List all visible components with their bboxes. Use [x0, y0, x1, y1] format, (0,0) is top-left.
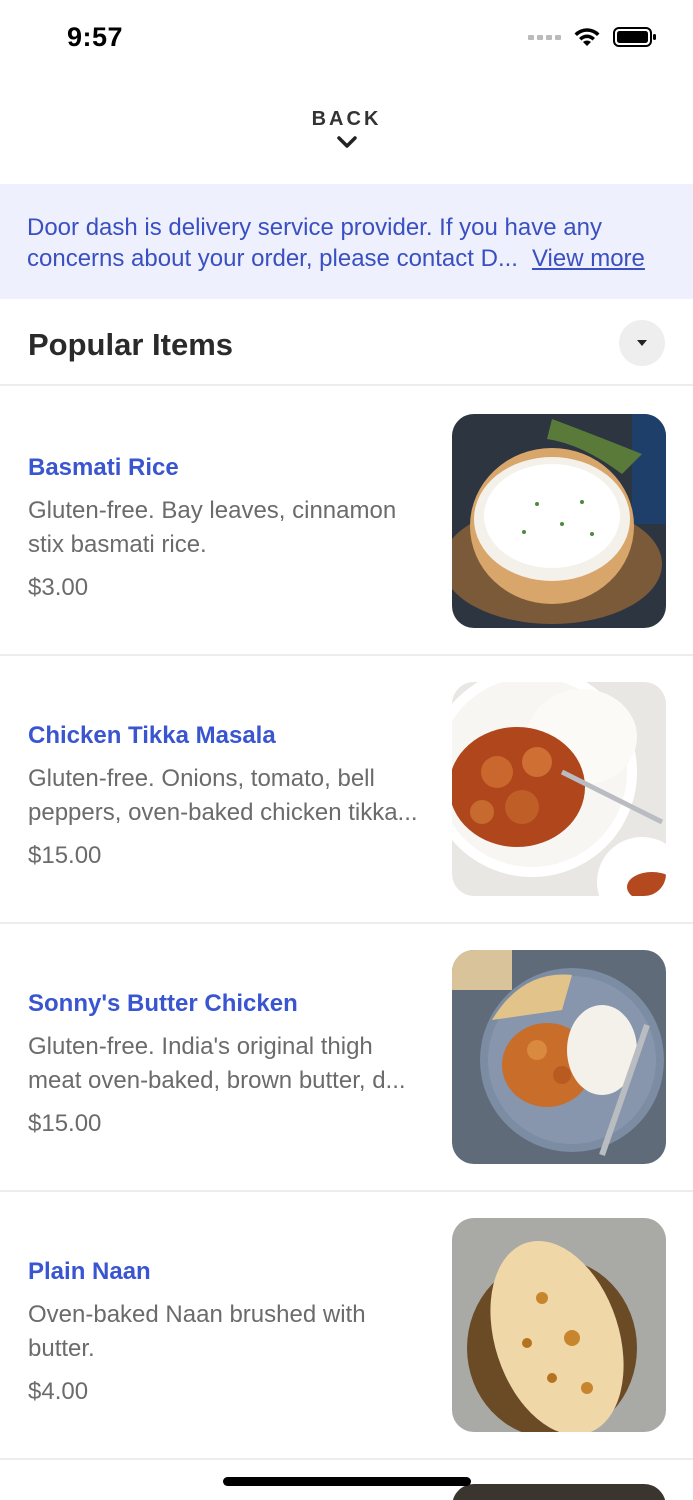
battery-icon [613, 26, 657, 48]
notice-line-2-text: concerns about your order, please contac… [27, 245, 518, 272]
item-description-line: butter. [28, 1335, 95, 1362]
item-description: Oven-baked Naan brushed with butter. [28, 1298, 428, 1366]
butter-chicken-image [452, 950, 666, 1164]
collapse-section-button[interactable] [619, 320, 665, 366]
plain-naan-image [452, 1218, 666, 1432]
item-description-line: stix basmati rice. [28, 531, 207, 558]
chevron-down-icon [336, 136, 357, 148]
item-description: Gluten-free. Bay leaves, cinnamon stix b… [28, 494, 428, 562]
item-description-line: peppers, oven-baked chicken tikka... [28, 799, 418, 826]
notice-text: Door dash is delivery service provider. … [27, 212, 665, 274]
item-description: Gluten-free. India's original thigh meat… [28, 1030, 428, 1098]
menu-item[interactable]: Plain Naan Oven-baked Naan brushed with … [0, 1192, 693, 1460]
section-title: Popular Items [28, 327, 233, 362]
item-description-line: meat oven-baked, brown butter, d... [28, 1067, 406, 1094]
item-description-line: Oven-baked Naan brushed with [28, 1301, 366, 1328]
notice-line-2: concerns about your order, please contac… [27, 243, 665, 274]
item-description-line: Gluten-free. India's original thigh [28, 1033, 373, 1060]
item-name: Sonny's Butter Chicken [28, 990, 298, 1017]
delivery-notice-banner: Door dash is delivery service provider. … [0, 184, 693, 299]
item-price: $4.00 [28, 1378, 89, 1405]
back-button[interactable]: BACK [0, 108, 693, 149]
item-description-line: Gluten-free. Onions, tomato, bell [28, 765, 375, 792]
popular-items-header: Popular Items [0, 300, 693, 386]
triangle-down-icon [637, 340, 647, 346]
menu-item[interactable]: Sonny's Butter Chicken Gluten-free. Indi… [0, 924, 693, 1192]
item-name: Basmati Rice [28, 454, 179, 481]
popular-items-list: Basmati Rice Gluten-free. Bay leaves, ci… [0, 388, 693, 1460]
home-indicator[interactable] [223, 1477, 471, 1486]
menu-item[interactable]: Basmati Rice Gluten-free. Bay leaves, ci… [0, 388, 693, 656]
item-name: Plain Naan [28, 1258, 151, 1285]
status-time: 9:57 [67, 22, 124, 52]
back-label: BACK [311, 108, 382, 130]
next-item-image [452, 1484, 666, 1500]
item-description-line: Gluten-free. Bay leaves, cinnamon [28, 497, 397, 524]
item-description: Gluten-free. Onions, tomato, bell pepper… [28, 762, 428, 830]
chicken-tikka-masala-image [452, 682, 666, 896]
item-price: $15.00 [28, 1110, 102, 1137]
wifi-icon [573, 26, 601, 48]
status-icons [528, 26, 657, 48]
item-price: $15.00 [28, 842, 102, 869]
item-price: $3.00 [28, 574, 89, 601]
item-name: Chicken Tikka Masala [28, 722, 276, 749]
status-bar: 9:57 [0, 0, 693, 78]
notice-line-1: Door dash is delivery service provider. … [27, 214, 602, 241]
signal-icon [528, 34, 561, 40]
basmati-rice-image [452, 414, 666, 628]
menu-item[interactable]: Chicken Tikka Masala Gluten-free. Onions… [0, 656, 693, 924]
view-more-link[interactable]: View more [532, 245, 645, 272]
